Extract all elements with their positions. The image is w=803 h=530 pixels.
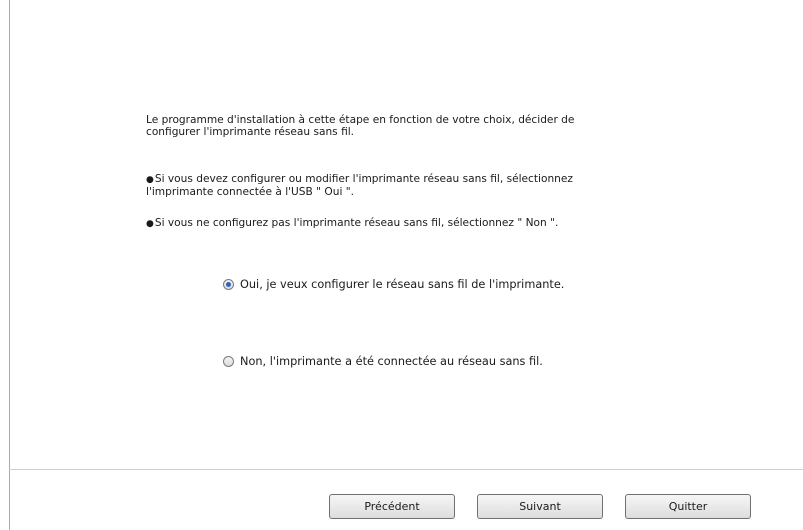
previous-button[interactable]: Précédent (329, 494, 455, 519)
radio-option-no[interactable]: Non, l'imprimante a été connectée au rés… (223, 355, 543, 368)
radio-option-no-label[interactable]: Non, l'imprimante a été connectée au rés… (240, 355, 543, 368)
installer-wizard-page: Le programme d'installation à cette étap… (0, 0, 803, 530)
bullet-icon: ● (146, 175, 154, 185)
bullet-configure-line-2: l'imprimante connectée à l'USB " Oui ". (146, 186, 355, 198)
bullet-configure-line-1: ●Si vous devez configurer ou modifier l'… (146, 173, 646, 186)
intro-line-2: configurer l'imprimante réseau sans fil. (146, 126, 355, 138)
bullet-skip: ●Si vous ne configurez pas l'imprimante … (146, 217, 646, 230)
intro-paragraph: Le programme d'installation à cette étap… (146, 114, 646, 138)
radio-option-yes[interactable]: Oui, je veux configurer le réseau sans f… (223, 278, 564, 291)
intro-line-1: Le programme d'installation à cette étap… (146, 114, 575, 126)
bullet-skip-line-1: ●Si vous ne configurez pas l'imprimante … (146, 217, 646, 230)
bullet-configure-text-1: Si vous devez configurer ou modifier l'i… (154, 173, 573, 185)
quit-button[interactable]: Quitter (625, 494, 751, 519)
footer-divider (9, 469, 803, 470)
radio-unchecked-icon[interactable] (223, 356, 234, 367)
bullet-skip-text: Si vous ne configurez pas l'imprimante r… (154, 217, 559, 229)
window-left-border (9, 0, 10, 530)
radio-option-yes-label[interactable]: Oui, je veux configurer le réseau sans f… (240, 278, 564, 291)
radio-checked-icon[interactable] (223, 279, 234, 290)
bullet-icon: ● (146, 219, 154, 229)
next-button[interactable]: Suivant (477, 494, 603, 519)
bullet-configure: ●Si vous devez configurer ou modifier l'… (146, 173, 646, 198)
